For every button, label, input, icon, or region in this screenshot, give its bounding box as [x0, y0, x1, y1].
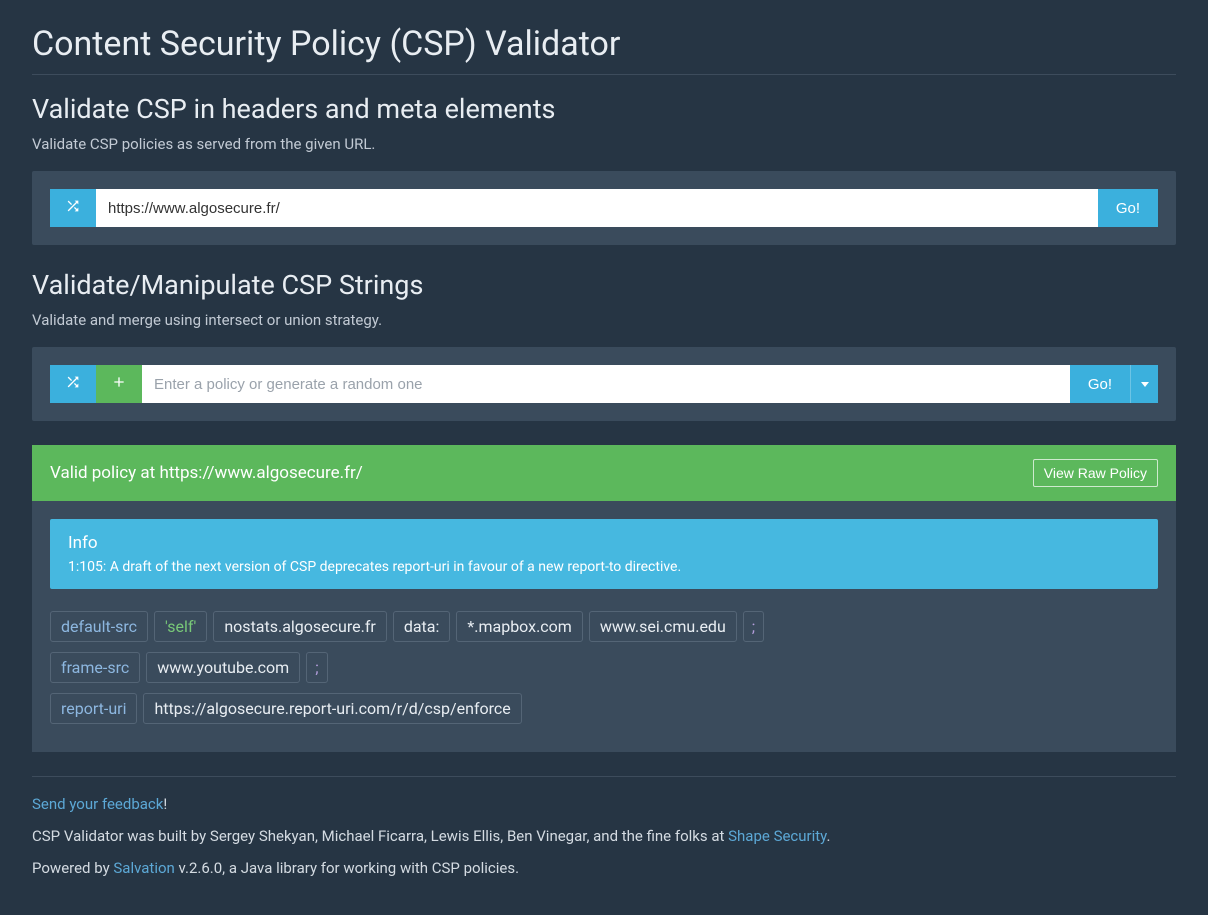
- directive-value: https://algosecure.report-uri.com/r/d/cs…: [143, 693, 521, 724]
- footer-separator: [32, 776, 1176, 777]
- directive-row: default-src'self'nostats.algosecure.frda…: [50, 611, 1158, 642]
- info-box: Info 1:105: A draft of the next version …: [50, 519, 1158, 589]
- status-alert: Valid policy at https://www.algosecure.f…: [32, 445, 1176, 501]
- url-panel: Go!: [32, 171, 1176, 245]
- page-title: Content Security Policy (CSP) Validator: [32, 24, 1176, 75]
- add-policy-button[interactable]: [96, 365, 142, 403]
- directive-value: www.youtube.com: [146, 652, 300, 683]
- status-text: Valid policy at https://www.algosecure.f…: [50, 463, 363, 483]
- section2-subtext: Validate and merge using intersect or un…: [32, 311, 1176, 329]
- results-panel: Info 1:105: A draft of the next version …: [32, 501, 1176, 752]
- plus-icon: [111, 374, 127, 395]
- section1-heading: Validate CSP in headers and meta element…: [32, 93, 1176, 125]
- directive-name: default-src: [50, 611, 148, 642]
- salvation-link[interactable]: Salvation: [113, 859, 174, 877]
- directive-value: nostats.algosecure.fr: [213, 611, 386, 642]
- built-text: CSP Validator was built by Sergey Shekya…: [32, 827, 728, 845]
- feedback-suffix: !: [163, 795, 167, 813]
- url-go-button[interactable]: Go!: [1098, 189, 1158, 227]
- section1-subtext: Validate CSP policies as served from the…: [32, 135, 1176, 153]
- powered-suffix: v.2.6.0, a Java library for working with…: [175, 859, 519, 877]
- directive-terminator: ;: [306, 652, 327, 683]
- directive-row: frame-srcwww.youtube.com;: [50, 652, 1158, 683]
- shuffle-icon: [65, 374, 81, 395]
- directive-value: data:: [393, 611, 451, 642]
- powered-prefix: Powered by: [32, 859, 113, 877]
- footer: Send your feedback! CSP Validator was bu…: [32, 795, 1176, 877]
- policy-go-button[interactable]: Go!: [1070, 365, 1130, 403]
- directive-name: frame-src: [50, 652, 140, 683]
- directive-value: *.mapbox.com: [456, 611, 582, 642]
- section2-heading: Validate/Manipulate CSP Strings: [32, 269, 1176, 301]
- info-title: Info: [68, 533, 1140, 553]
- shuffle-policy-button[interactable]: [50, 365, 96, 403]
- directive-value: 'self': [154, 611, 207, 642]
- directive-value: www.sei.cmu.edu: [589, 611, 737, 642]
- url-input[interactable]: [96, 189, 1098, 227]
- policy-panel: Go!: [32, 347, 1176, 421]
- shuffle-button[interactable]: [50, 189, 96, 227]
- info-message: 1:105: A draft of the next version of CS…: [68, 559, 1140, 575]
- directive-row: report-urihttps://algosecure.report-uri.…: [50, 693, 1158, 724]
- policy-input[interactable]: [142, 365, 1070, 403]
- view-raw-button[interactable]: View Raw Policy: [1033, 459, 1158, 487]
- directive-terminator: ;: [743, 611, 764, 642]
- directive-name: report-uri: [50, 693, 137, 724]
- feedback-link[interactable]: Send your feedback: [32, 795, 163, 813]
- policy-go-dropdown[interactable]: [1130, 365, 1158, 403]
- shuffle-icon: [65, 198, 81, 219]
- shape-security-link[interactable]: Shape Security: [728, 827, 826, 845]
